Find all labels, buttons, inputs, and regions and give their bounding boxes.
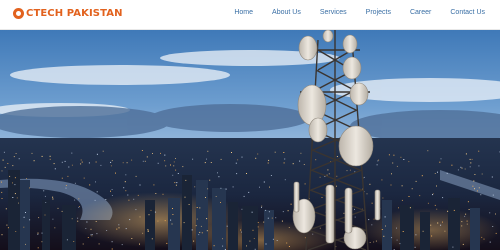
nav-career[interactable]: Career xyxy=(410,9,431,16)
site-logo[interactable]: CTECH PAKISTAN xyxy=(13,6,123,20)
nav-projects[interactable]: Projects xyxy=(366,9,391,16)
nav-home[interactable]: Home xyxy=(234,9,253,16)
logo-mark-icon xyxy=(13,7,24,19)
hero-banner xyxy=(0,30,500,250)
main-nav: Home About Us Services Projects Career C… xyxy=(234,9,485,16)
logo-text: CTECH PAKISTAN xyxy=(26,7,123,19)
hero-image xyxy=(0,30,500,250)
nav-services[interactable]: Services xyxy=(320,9,347,16)
site-header: CTECH PAKISTAN Home About Us Services Pr… xyxy=(0,0,500,30)
nav-contact-us[interactable]: Contact Us xyxy=(450,9,485,16)
nav-about-us[interactable]: About Us xyxy=(272,9,301,16)
